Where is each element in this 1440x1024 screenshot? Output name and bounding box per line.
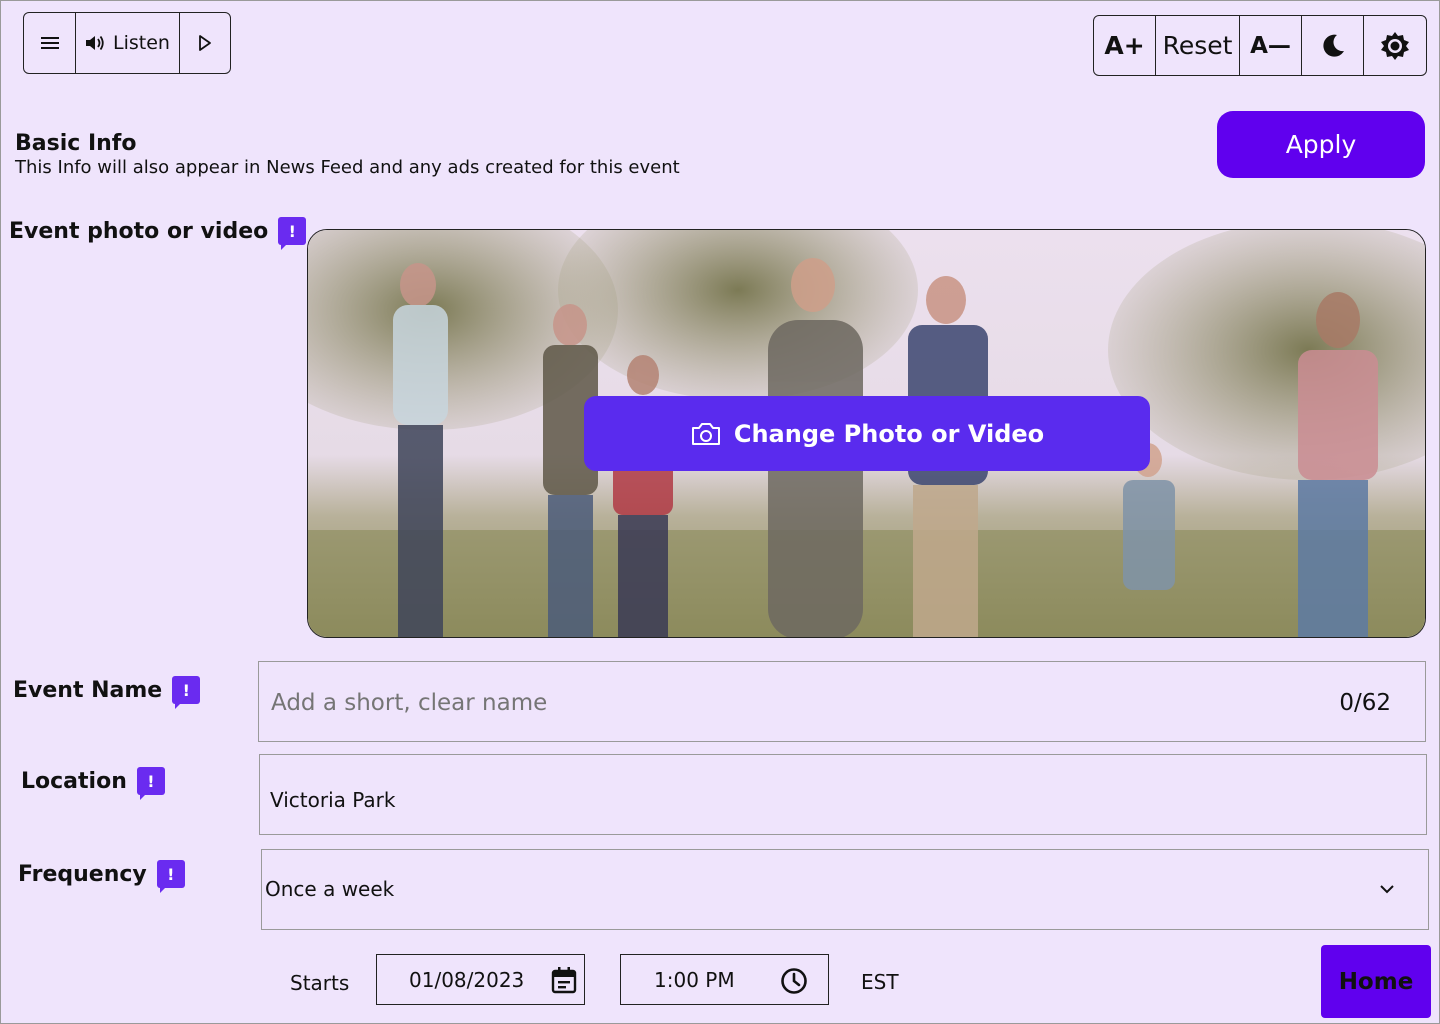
dark-mode-button[interactable]	[1302, 16, 1364, 75]
start-date-field[interactable]: 01/08/2023	[376, 954, 585, 1005]
home-button[interactable]: Home	[1321, 945, 1431, 1018]
event-photo-label: Event photo or video	[9, 218, 269, 244]
apply-button[interactable]: Apply	[1217, 111, 1425, 178]
event-name-input[interactable]	[269, 682, 1313, 724]
starts-label: Starts	[290, 971, 350, 995]
event-name-field[interactable]: 0/62	[258, 661, 1426, 742]
event-photo-label-row: Event photo or video !	[9, 217, 307, 250]
location-label-row: Location !	[21, 767, 165, 800]
start-time-field[interactable]: 1:00 PM	[620, 954, 829, 1005]
reset-text-button[interactable]: Reset	[1156, 16, 1240, 75]
menu-button[interactable]	[24, 13, 76, 73]
clock-icon[interactable]	[780, 967, 808, 995]
increase-text-button[interactable]: A+	[1094, 16, 1156, 75]
increase-text-label: A+	[1104, 31, 1145, 60]
calendar-icon[interactable]	[551, 966, 577, 994]
accessibility-toolbar: A+ Reset A—	[1093, 15, 1427, 76]
start-time-value: 1:00 PM	[654, 968, 735, 992]
location-field[interactable]: Victoria Park	[259, 754, 1427, 835]
decrease-text-label: A—	[1250, 32, 1291, 59]
reader-toolbar: Listen	[23, 12, 231, 74]
location-value: Victoria Park	[270, 788, 396, 812]
home-label: Home	[1338, 968, 1414, 995]
event-name-counter: 0/62	[1339, 690, 1391, 716]
play-button[interactable]	[180, 13, 230, 73]
chevron-down-icon	[1380, 885, 1394, 894]
light-mode-button[interactable]	[1364, 16, 1426, 75]
sun-icon	[1381, 31, 1409, 60]
listen-button[interactable]: Listen	[76, 13, 180, 73]
reset-label: Reset	[1162, 31, 1233, 60]
event-photo-info-icon[interactable]: !	[278, 217, 307, 250]
event-name-label: Event Name	[13, 677, 163, 703]
frequency-label-row: Frequency !	[18, 860, 185, 893]
moon-icon	[1322, 34, 1344, 57]
event-name-label-row: Event Name !	[13, 676, 201, 709]
location-label: Location	[21, 768, 127, 794]
basic-info-title: Basic Info	[15, 131, 137, 156]
hamburger-icon	[40, 37, 59, 49]
start-date-value: 01/08/2023	[409, 968, 525, 992]
play-icon	[199, 35, 211, 51]
frequency-select[interactable]: Once a week	[261, 849, 1429, 930]
speaker-icon	[86, 35, 104, 51]
camera-icon	[691, 422, 720, 445]
frequency-label: Frequency	[18, 861, 147, 887]
change-photo-button[interactable]: Change Photo or Video	[584, 396, 1150, 471]
location-info-icon[interactable]: !	[136, 767, 165, 800]
basic-info-subtitle: This Info will also appear in News Feed …	[15, 157, 680, 178]
listen-label: Listen	[113, 32, 170, 54]
change-photo-label: Change Photo or Video	[733, 419, 1045, 448]
frequency-info-icon[interactable]: !	[156, 860, 185, 893]
frequency-value: Once a week	[265, 877, 395, 901]
timezone-label: EST	[861, 970, 899, 994]
event-name-info-icon[interactable]: !	[172, 676, 201, 709]
decrease-text-button[interactable]: A—	[1240, 16, 1302, 75]
